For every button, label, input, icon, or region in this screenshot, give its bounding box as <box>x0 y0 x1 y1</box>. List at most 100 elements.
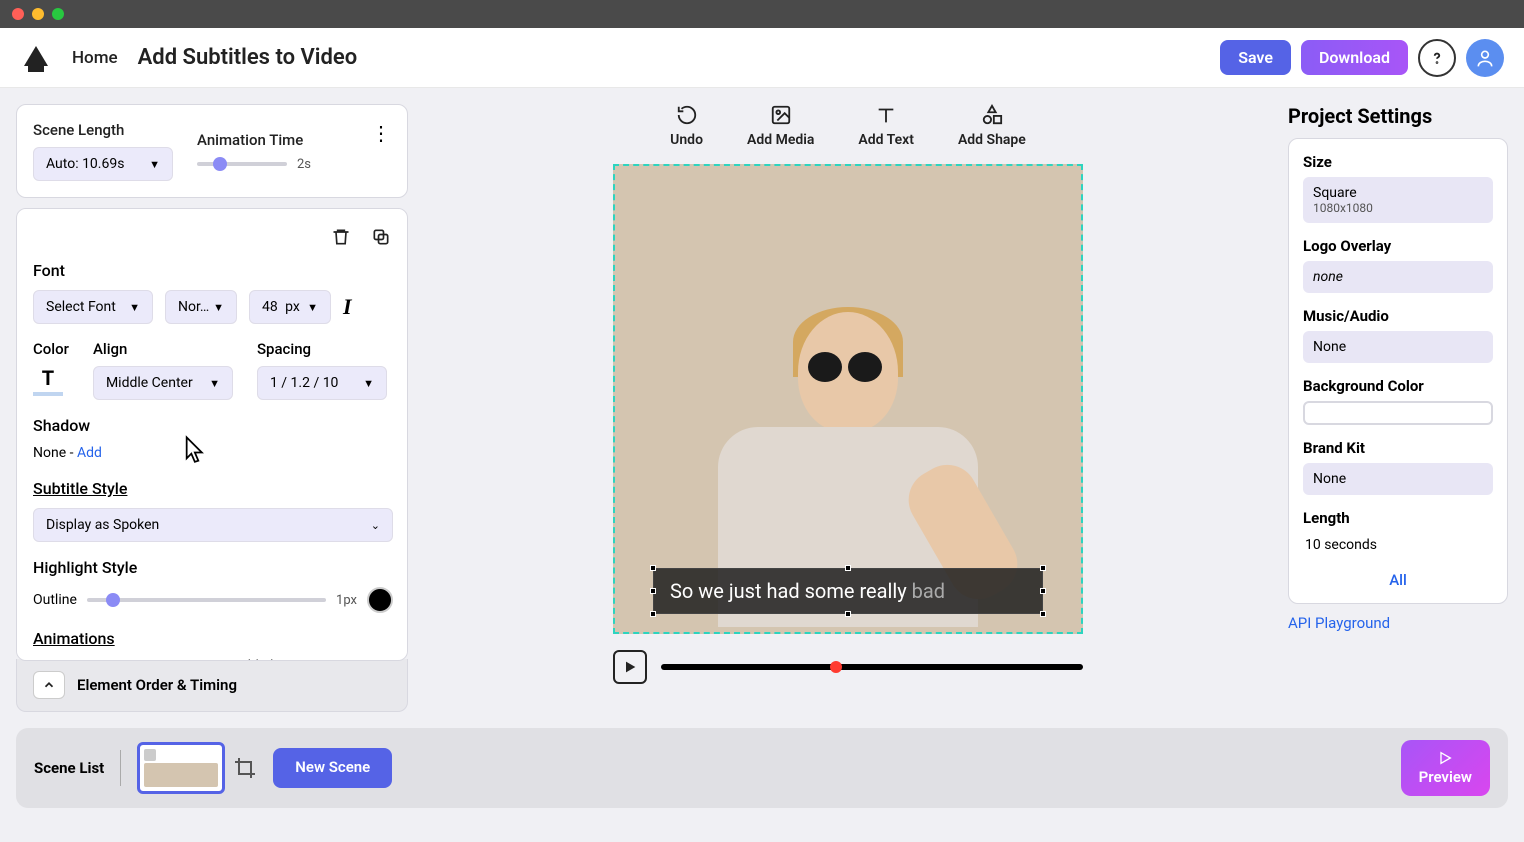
preview-button[interactable]: Preview <box>1401 740 1490 796</box>
download-button[interactable]: Download <box>1301 40 1408 75</box>
align-label: Align <box>93 340 233 358</box>
canvas-toolbar: Undo Add Media Add Text Add Shape <box>670 104 1026 148</box>
add-text-button[interactable]: Add Text <box>858 104 914 148</box>
resize-handle[interactable] <box>650 565 656 571</box>
shadow-add-link[interactable]: Add <box>77 445 102 461</box>
undo-button[interactable]: Undo <box>670 104 703 148</box>
bottom-bar: Scene List New Scene Preview <box>16 728 1508 808</box>
right-panel: Project Settings Size Square 1080x1080 L… <box>1288 104 1508 712</box>
align-dropdown[interactable]: Middle Center ▼ <box>93 366 233 400</box>
length-label: Length <box>1303 509 1493 527</box>
scene-card: Scene Length Auto: 10.69s ▼ Animation Ti… <box>16 104 408 198</box>
window-close-icon[interactable] <box>12 8 24 20</box>
new-scene-button[interactable]: New Scene <box>273 748 392 788</box>
bg-color-label: Background Color <box>1303 377 1493 395</box>
app-logo-icon <box>20 42 52 74</box>
element-order-toggle[interactable] <box>33 671 65 699</box>
subtitle-style-dropdown[interactable]: Display as Spoken ⌄ <box>33 508 393 542</box>
left-panel: Scene Length Auto: 10.69s ▼ Animation Ti… <box>16 104 408 712</box>
crop-icon[interactable] <box>233 756 257 780</box>
resize-handle[interactable] <box>845 611 851 617</box>
length-value: 10 seconds <box>1303 533 1493 557</box>
delete-button[interactable] <box>329 225 353 249</box>
element-order-bar[interactable]: Element Order & Timing <box>16 659 408 712</box>
titlebar <box>0 0 1524 28</box>
font-size-num: 48 <box>262 299 278 315</box>
chevron-down-icon: ⌄ <box>371 519 380 532</box>
scene-length-value: Auto: 10.69s <box>46 156 124 172</box>
properties-card: Font Select Font ▼ Nor… ▼ 48 px ▼ I <box>16 208 408 661</box>
shadow-label: Shadow <box>33 416 393 435</box>
duplicate-button[interactable] <box>369 225 393 249</box>
bg-color-picker[interactable] <box>1303 401 1493 425</box>
scene-thumbnail[interactable] <box>137 742 225 794</box>
resize-handle[interactable] <box>650 588 656 594</box>
copy-icon <box>371 227 391 247</box>
spacing-value: 1 / 1.2 / 10 <box>270 375 338 391</box>
animations-label: Animations <box>33 629 393 648</box>
progress-bar[interactable] <box>661 664 1083 670</box>
text-color-picker[interactable]: T <box>33 366 63 396</box>
logo-overlay-selector[interactable]: none <box>1303 261 1493 293</box>
animation-time-label: Animation Time <box>197 131 311 149</box>
resize-handle[interactable] <box>845 565 851 571</box>
subtitle-text-upcoming: bad <box>912 579 945 603</box>
italic-button[interactable]: I <box>343 294 352 320</box>
font-family-value: Select Font <box>46 299 116 315</box>
resize-handle[interactable] <box>1040 588 1046 594</box>
undo-icon <box>676 104 698 126</box>
scene-length-dropdown[interactable]: Auto: 10.69s ▼ <box>33 147 173 181</box>
align-value: Middle Center <box>106 375 193 391</box>
font-weight-dropdown[interactable]: Nor… ▼ <box>165 290 237 324</box>
user-avatar[interactable] <box>1466 39 1504 77</box>
add-shape-button[interactable]: Add Shape <box>958 104 1026 148</box>
outline-color-picker[interactable] <box>367 587 393 613</box>
animation-time-value: 2s <box>297 157 311 172</box>
play-button[interactable] <box>613 650 647 684</box>
anim-in-label: In <box>33 658 45 661</box>
chevron-down-icon: ▼ <box>213 301 224 314</box>
window-maximize-icon[interactable] <box>52 8 64 20</box>
play-icon <box>622 659 638 675</box>
spacing-dropdown[interactable]: 1 / 1.2 / 10 ▼ <box>257 366 387 400</box>
music-label: Music/Audio <box>1303 307 1493 325</box>
api-playground-link[interactable]: API Playground <box>1288 614 1508 632</box>
music-selector[interactable]: None <box>1303 331 1493 363</box>
home-link[interactable]: Home <box>72 48 118 68</box>
color-label: Color <box>33 340 69 358</box>
add-media-button[interactable]: Add Media <box>747 104 814 148</box>
element-order-label: Element Order & Timing <box>77 676 237 694</box>
chevron-down-icon: ▼ <box>307 301 318 314</box>
resize-handle[interactable] <box>1040 565 1046 571</box>
chevron-down-icon: ▼ <box>209 377 220 390</box>
help-icon <box>1428 49 1446 67</box>
window-minimize-icon[interactable] <box>32 8 44 20</box>
scene-length-label: Scene Length <box>33 121 173 139</box>
progress-cursor[interactable] <box>830 661 842 673</box>
shapes-icon <box>981 104 1003 126</box>
anim-highlight-label: Highlight <box>226 658 282 661</box>
outline-slider[interactable] <box>87 598 326 602</box>
all-settings-link[interactable]: All <box>1303 571 1493 589</box>
image-icon <box>770 104 792 126</box>
chevron-down-icon: ▼ <box>149 158 160 171</box>
outline-value: 1px <box>336 593 357 608</box>
outline-label: Outline <box>33 592 77 608</box>
size-label: Size <box>1303 153 1493 171</box>
chevron-up-icon <box>42 678 56 692</box>
help-button[interactable] <box>1418 39 1456 77</box>
animation-time-slider[interactable] <box>197 162 287 166</box>
subtitle-element[interactable]: So we just had some really bad <box>653 568 1043 614</box>
scene-menu-button[interactable]: ⋮ <box>371 121 391 145</box>
size-selector[interactable]: Square 1080x1080 <box>1303 177 1493 223</box>
playback-bar <box>613 650 1083 684</box>
font-family-dropdown[interactable]: Select Font ▼ <box>33 290 153 324</box>
save-button[interactable]: Save <box>1220 40 1291 75</box>
brand-kit-selector[interactable]: None <box>1303 463 1493 495</box>
header: Home Add Subtitles to Video Save Downloa… <box>0 28 1524 88</box>
text-icon <box>875 104 897 126</box>
resize-handle[interactable] <box>650 611 656 617</box>
resize-handle[interactable] <box>1040 611 1046 617</box>
font-size-dropdown[interactable]: 48 px ▼ <box>249 290 331 324</box>
video-canvas[interactable]: So we just had some really bad <box>613 164 1083 634</box>
